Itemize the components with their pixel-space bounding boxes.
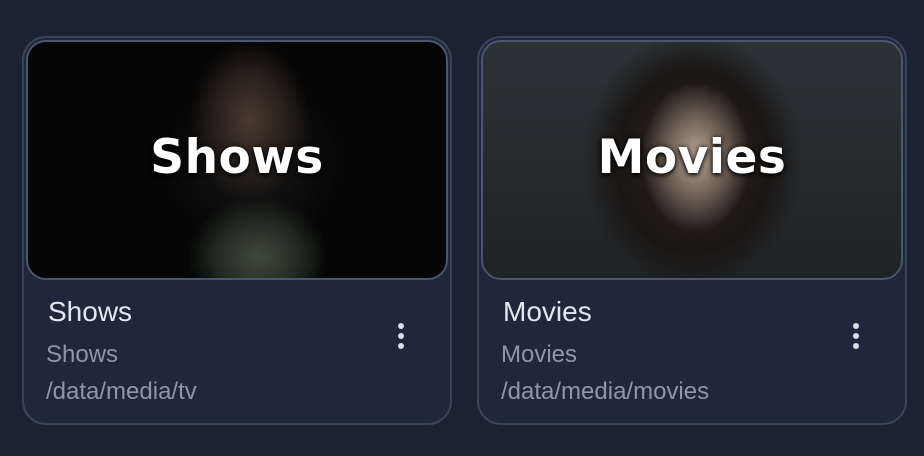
library-card-shows[interactable]: Shows Shows Shows /data/media/tv xyxy=(22,36,452,425)
library-thumbnail-shows[interactable]: Shows xyxy=(26,40,448,280)
thumbnail-title: Shows xyxy=(150,130,324,185)
kebab-dot xyxy=(853,343,859,349)
more-vertical-icon[interactable] xyxy=(386,318,416,354)
library-name: Movies xyxy=(503,296,592,327)
library-card-movies[interactable]: Movies Movies Movies /data/media/movies xyxy=(477,36,907,425)
kebab-dot xyxy=(853,333,859,339)
library-path: /data/media/tv xyxy=(46,378,197,405)
library-type: Shows xyxy=(46,341,119,368)
thumbnail-title: Movies xyxy=(597,130,787,185)
library-path: /data/media/movies xyxy=(501,378,710,405)
kebab-dot xyxy=(853,323,859,329)
library-grid: Shows Shows Shows /data/media/tv Movies … xyxy=(0,0,924,456)
kebab-dot xyxy=(398,323,404,329)
library-type: Movies xyxy=(501,341,578,368)
library-thumbnail-movies[interactable]: Movies xyxy=(481,40,903,280)
kebab-dot xyxy=(398,343,404,349)
library-name: Shows xyxy=(48,296,133,327)
more-vertical-icon[interactable] xyxy=(841,318,871,354)
kebab-dot xyxy=(398,333,404,339)
